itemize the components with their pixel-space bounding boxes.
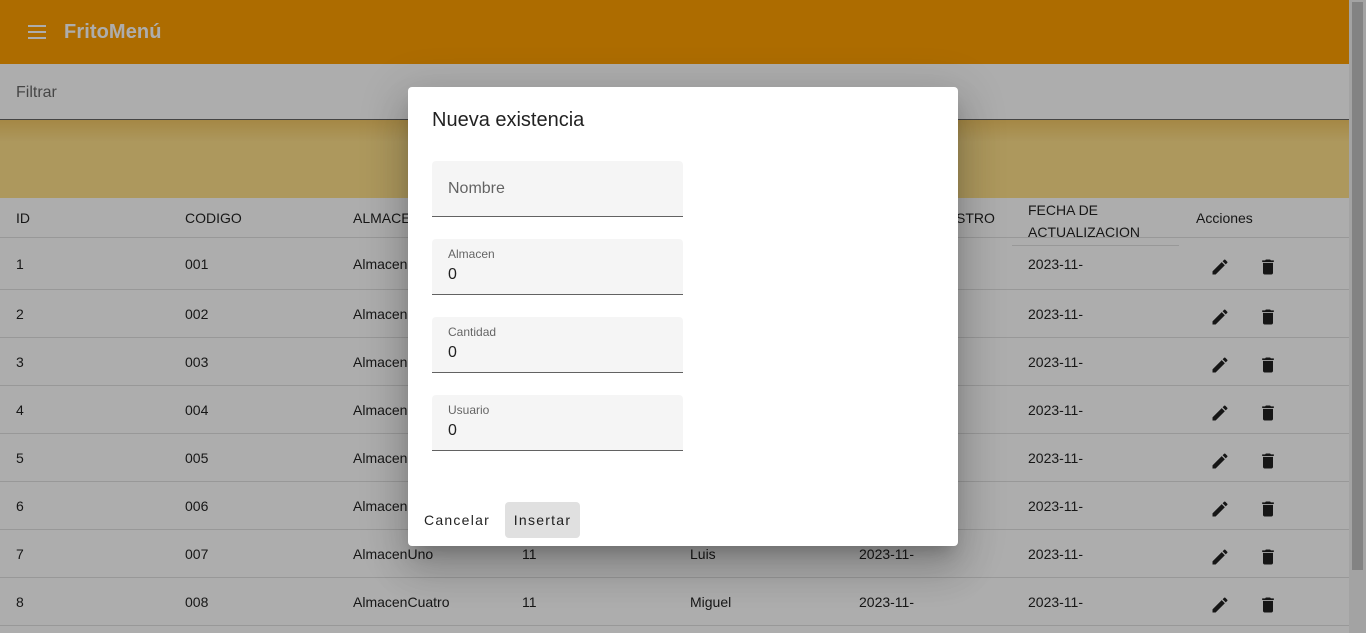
almacen-label: Almacen	[448, 247, 495, 261]
almacen-field[interactable]: Almacen 0	[432, 239, 683, 295]
usuario-label: Usuario	[448, 403, 490, 417]
nombre-placeholder: Nombre	[448, 180, 505, 197]
cantidad-field[interactable]: Cantidad 0	[432, 317, 683, 373]
nombre-field[interactable]: Nombre	[432, 161, 683, 217]
dialog-title: Nueva existencia	[432, 109, 585, 131]
cancel-button[interactable]: Cancelar	[416, 502, 498, 538]
usuario-value: 0	[448, 422, 457, 439]
cantidad-value: 0	[448, 344, 457, 361]
insert-button[interactable]: Insertar	[505, 502, 580, 538]
nueva-existencia-dialog: Nueva existencia Nombre Almacen 0 Cantid…	[408, 87, 958, 546]
almacen-value: 0	[448, 266, 457, 283]
cantidad-label: Cantidad	[448, 325, 497, 339]
usuario-field[interactable]: Usuario 0	[432, 395, 683, 451]
